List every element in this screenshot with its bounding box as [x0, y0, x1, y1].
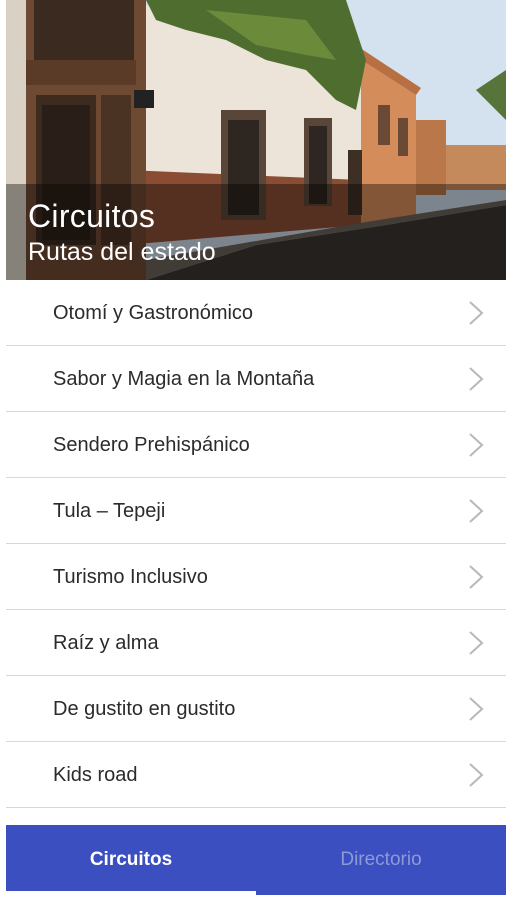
route-item-raiz-alma[interactable]: Raíz y alma — [6, 610, 506, 676]
app-screen: Circuitos Rutas del estado Otomí y Gastr… — [0, 0, 512, 900]
route-item-sabor-magia-montana[interactable]: Sabor y Magia en la Montaña — [6, 346, 506, 412]
route-item-label: De gustito en gustito — [53, 698, 236, 720]
route-item-label: Turismo Inclusivo — [53, 566, 208, 588]
route-item-kids-road[interactable]: Kids road — [6, 742, 506, 808]
route-item-sendero-prehispanico[interactable]: Sendero Prehispánico — [6, 412, 506, 478]
chevron-right-icon — [469, 565, 484, 589]
tab-directorio[interactable]: Directorio — [256, 825, 506, 895]
hero-banner: Circuitos Rutas del estado — [6, 0, 506, 280]
route-item-de-gustito[interactable]: De gustito en gustito — [6, 676, 506, 742]
route-item-label: Otomí y Gastronómico — [53, 302, 254, 324]
route-item-tula-tepeji[interactable]: Tula – Tepeji — [6, 478, 506, 544]
tab-circuitos[interactable]: Circuitos — [6, 825, 256, 895]
chevron-right-icon — [469, 763, 484, 787]
chevron-right-icon — [469, 301, 484, 325]
bottom-tab-bar: Circuitos Directorio — [6, 825, 506, 895]
page-subtitle: Rutas del estado — [28, 238, 216, 266]
route-item-label: Sabor y Magia en la Montaña — [53, 368, 315, 390]
route-item-label: Sendero Prehispánico — [53, 434, 250, 456]
tab-label: Directorio — [340, 849, 422, 870]
active-tab-indicator — [6, 891, 256, 895]
route-item-label: Raíz y alma — [53, 632, 159, 654]
tab-label: Circuitos — [89, 849, 173, 870]
chevron-right-icon — [469, 367, 484, 391]
route-item-label: Kids road — [53, 764, 138, 786]
route-list: Otomí y Gastronómico Sabor y Magia en la… — [6, 280, 506, 808]
route-item-turismo-inclusivo[interactable]: Turismo Inclusivo — [6, 544, 506, 610]
chevron-right-icon — [469, 697, 484, 721]
chevron-right-icon — [469, 631, 484, 655]
route-item-label: Tula – Tepeji — [53, 500, 166, 522]
page-title: Circuitos — [28, 198, 156, 234]
route-item-otomi-gastronomico[interactable]: Otomí y Gastronómico — [6, 280, 506, 346]
chevron-right-icon — [469, 433, 484, 457]
chevron-right-icon — [469, 499, 484, 523]
